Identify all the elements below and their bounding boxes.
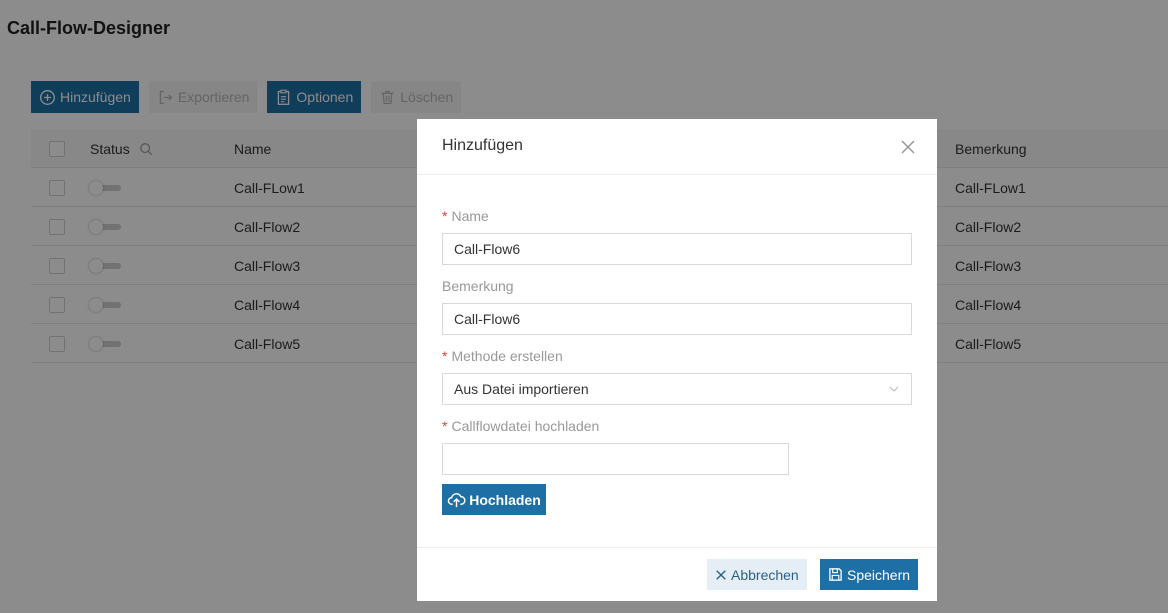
required-mark: * — [442, 418, 448, 434]
file-path-input[interactable] — [442, 443, 789, 475]
add-dialog: Hinzufügen *Name Bemerkung *Methode erst… — [417, 119, 937, 601]
close-icon[interactable] — [899, 138, 917, 156]
cancel-button[interactable]: Abbrechen — [707, 559, 807, 590]
chevron-down-icon — [889, 386, 899, 392]
upload-button-label: Hochladen — [469, 491, 541, 508]
cancel-button-label: Abbrechen — [731, 566, 799, 583]
dialog-title: Hinzufügen — [442, 137, 523, 154]
dialog-header: Hinzufügen — [417, 119, 937, 175]
save-button[interactable]: Speichern — [820, 559, 919, 590]
remark-input[interactable] — [442, 303, 912, 335]
required-mark: * — [442, 348, 448, 364]
cloud-upload-icon — [447, 493, 466, 508]
method-label: * Methode erstellen — [442, 348, 563, 364]
x-icon — [716, 569, 726, 580]
name-label-text: Name — [451, 208, 489, 224]
upload-button[interactable]: Hochladen — [442, 484, 546, 515]
dialog-footer: Abbrechen Speichern — [417, 547, 937, 601]
file-label: * Callflowdatei hochladen — [442, 418, 599, 434]
remark-label: Bemerkung — [442, 278, 514, 294]
required-mark: * — [442, 208, 448, 224]
method-select[interactable]: Aus Datei importieren — [442, 373, 912, 405]
method-label-text: Methode erstellen — [451, 348, 563, 364]
method-select-value: Aus Datei importieren — [454, 381, 589, 397]
save-button-label: Speichern — [847, 566, 911, 583]
save-icon — [829, 568, 842, 581]
name-label: * Name — [442, 208, 489, 224]
name-input[interactable] — [442, 233, 912, 265]
file-label-text: Callflowdatei hochladen — [451, 418, 600, 434]
